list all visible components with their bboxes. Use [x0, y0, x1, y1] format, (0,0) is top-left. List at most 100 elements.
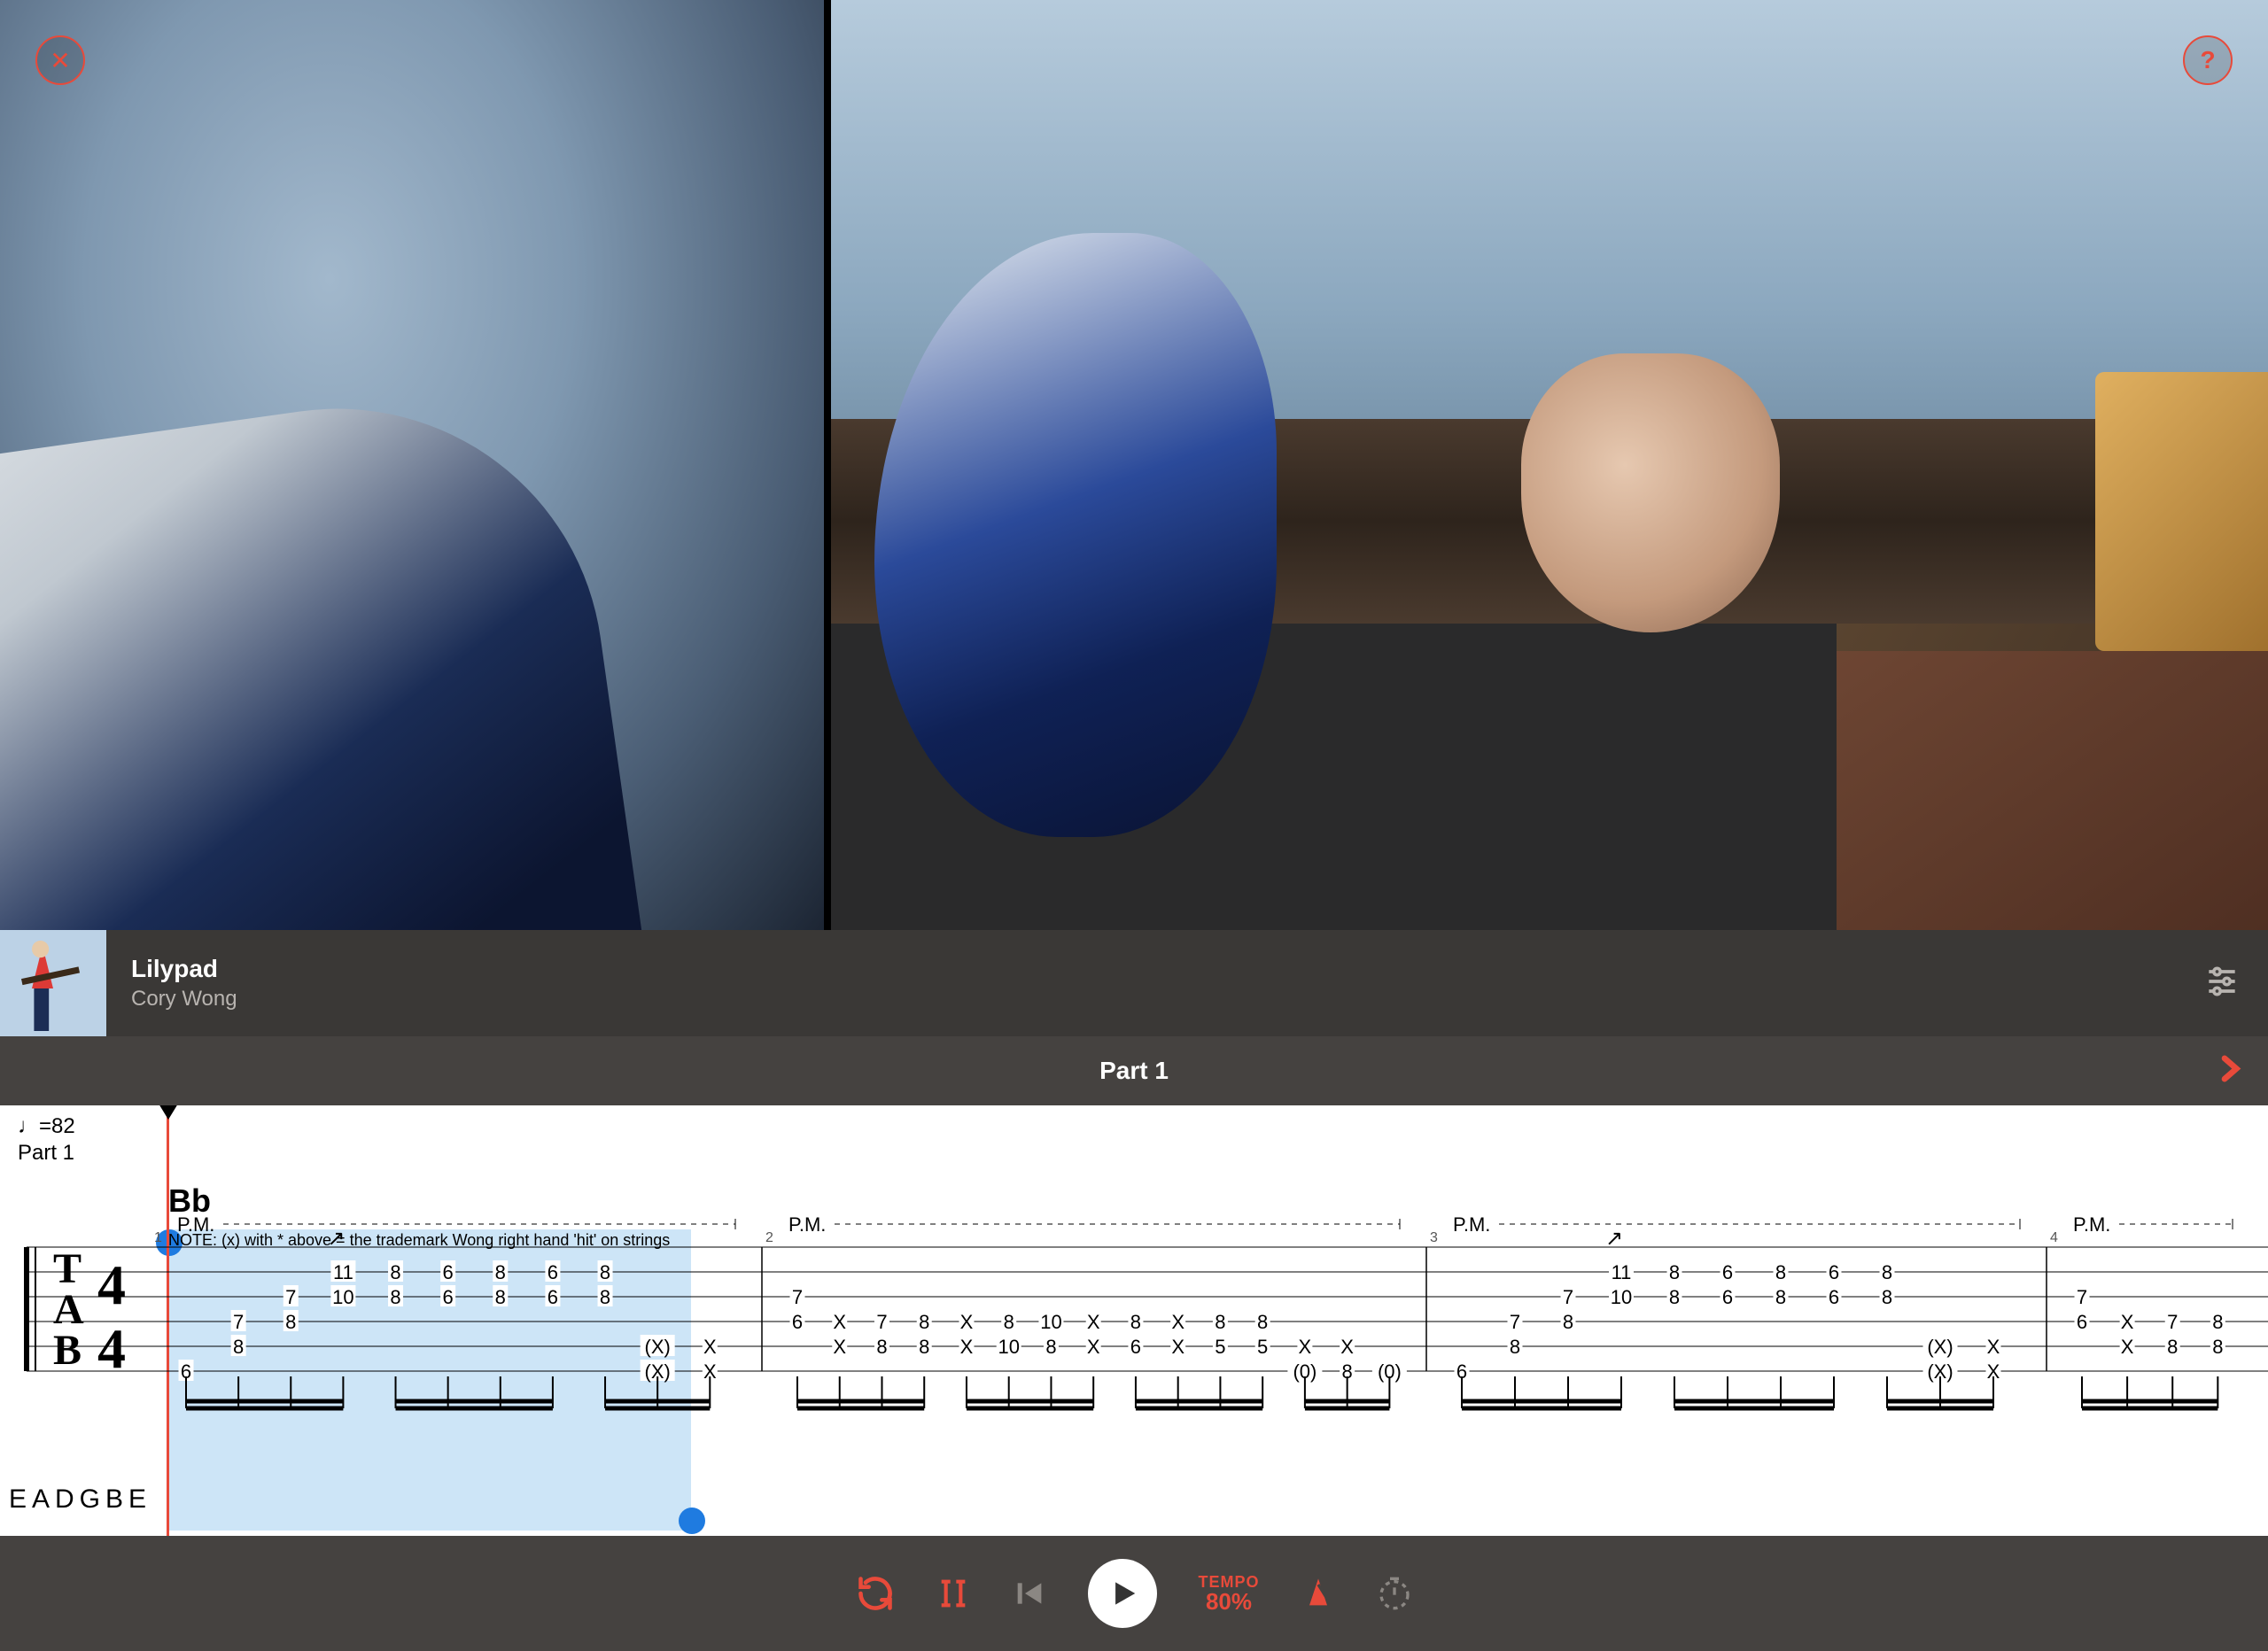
svg-text:7: 7	[2167, 1311, 2178, 1333]
svg-text:7: 7	[2077, 1286, 2087, 1308]
svg-text:6: 6	[443, 1261, 454, 1283]
svg-text:8: 8	[2167, 1336, 2178, 1358]
svg-text:10: 10	[332, 1286, 353, 1308]
svg-text:X: X	[960, 1336, 974, 1358]
svg-text:8: 8	[1004, 1311, 1014, 1333]
svg-text:8: 8	[876, 1336, 887, 1358]
svg-text:4: 4	[2050, 1230, 2058, 1245]
svg-text:8: 8	[600, 1261, 610, 1283]
svg-text:3: 3	[1430, 1230, 1438, 1245]
svg-text:8: 8	[1775, 1286, 1786, 1308]
svg-text:8: 8	[600, 1286, 610, 1308]
svg-text:8: 8	[1775, 1261, 1786, 1283]
svg-text:X: X	[1171, 1336, 1184, 1358]
metronome-button[interactable]	[1301, 1576, 1336, 1611]
album-art-icon	[0, 930, 106, 1036]
svg-text:8: 8	[1510, 1336, 1520, 1358]
settings-button[interactable]	[2202, 962, 2241, 1005]
svg-text:7: 7	[233, 1311, 244, 1333]
tablature-area[interactable]: ♩=82 Part 1 TAB44BbNOTE: (x) with * abov…	[0, 1105, 2268, 1536]
help-icon: ?	[2200, 46, 2215, 74]
svg-text:10: 10	[998, 1336, 1019, 1358]
app-root: ✕ ? Lilypad Cory Wong Pa	[0, 0, 2268, 1651]
rewind-button[interactable]	[1012, 1576, 1047, 1611]
svg-text:6: 6	[1722, 1286, 1733, 1308]
svg-text:X: X	[1087, 1336, 1100, 1358]
svg-text:7: 7	[792, 1286, 803, 1308]
svg-text:X: X	[1299, 1336, 1312, 1358]
svg-text:↗: ↗	[1605, 1227, 1623, 1251]
loop-icon	[856, 1574, 895, 1613]
album-art[interactable]	[0, 930, 106, 1036]
svg-text:8: 8	[1563, 1311, 1573, 1333]
svg-text:8: 8	[1669, 1261, 1680, 1283]
svg-text:8: 8	[1130, 1311, 1141, 1333]
svg-text:5: 5	[1257, 1336, 1268, 1358]
svg-text:8: 8	[495, 1261, 506, 1283]
svg-text:7: 7	[876, 1311, 887, 1333]
svg-text:4: 4	[97, 1253, 126, 1316]
loop-button[interactable]	[856, 1574, 895, 1613]
song-title: Lilypad	[131, 955, 237, 983]
help-button[interactable]: ?	[2183, 35, 2233, 85]
close-button[interactable]: ✕	[35, 35, 85, 85]
svg-text:X: X	[2121, 1311, 2134, 1333]
svg-text:8: 8	[495, 1286, 506, 1308]
svg-text:6: 6	[792, 1311, 803, 1333]
video-right-panel[interactable]	[831, 0, 2268, 930]
svg-text:1: 1	[154, 1230, 162, 1245]
video-left-panel[interactable]	[0, 0, 824, 930]
svg-text:7: 7	[1563, 1286, 1573, 1308]
svg-text:8: 8	[1669, 1286, 1680, 1308]
svg-text:X: X	[2121, 1336, 2134, 1358]
play-button[interactable]	[1088, 1559, 1157, 1628]
svg-text:B: B	[53, 1327, 82, 1374]
svg-text:5: 5	[1215, 1336, 1225, 1358]
svg-text:8: 8	[390, 1286, 400, 1308]
control-bar: TEMPO 80%	[0, 1536, 2268, 1651]
svg-text:X: X	[833, 1311, 846, 1333]
part-title: Part 1	[1099, 1057, 1169, 1085]
svg-text:X: X	[1087, 1311, 1100, 1333]
svg-text:8: 8	[233, 1336, 244, 1358]
svg-text:8: 8	[919, 1336, 929, 1358]
svg-text:X: X	[960, 1311, 974, 1333]
tuning-label: EADGBE	[9, 1484, 151, 1515]
svg-text:8: 8	[919, 1311, 929, 1333]
timer-icon	[1377, 1576, 1412, 1611]
svg-text:8: 8	[2212, 1311, 2223, 1333]
tempo-value: 80%	[1206, 1590, 1252, 1613]
svg-text:P.M.: P.M.	[2073, 1213, 2110, 1236]
skip-back-icon	[1012, 1576, 1047, 1611]
song-info-bar: Lilypad Cory Wong	[0, 930, 2268, 1036]
svg-text:6: 6	[548, 1261, 558, 1283]
sliders-icon	[2202, 962, 2241, 1001]
svg-text:7: 7	[285, 1286, 296, 1308]
svg-text:6: 6	[1829, 1261, 1839, 1283]
svg-text:8: 8	[1882, 1286, 1892, 1308]
tablature-svg: TAB44BbNOTE: (x) with * above = the trad…	[0, 1105, 2268, 1536]
svg-text:8: 8	[1257, 1311, 1268, 1333]
countdown-button[interactable]	[1377, 1576, 1412, 1611]
svg-text:(X): (X)	[645, 1336, 671, 1358]
svg-text:6: 6	[2077, 1311, 2087, 1333]
tempo-button[interactable]: TEMPO 80%	[1198, 1574, 1259, 1613]
part-bar: Part 1	[0, 1036, 2268, 1105]
svg-text:X: X	[833, 1336, 846, 1358]
play-icon	[1106, 1577, 1139, 1610]
song-artist: Cory Wong	[131, 987, 237, 1012]
svg-text:6: 6	[1130, 1336, 1141, 1358]
song-meta: Lilypad Cory Wong	[131, 955, 237, 1012]
svg-text:8: 8	[1045, 1336, 1056, 1358]
svg-text:4: 4	[97, 1317, 126, 1380]
svg-text:7: 7	[1510, 1311, 1520, 1333]
svg-text:P.M.: P.M.	[1453, 1213, 1490, 1236]
svg-text:NOTE: (x) with * above = the t: NOTE: (x) with * above = the trademark W…	[168, 1231, 670, 1249]
ab-loop-button[interactable]	[936, 1576, 971, 1611]
svg-text:P.M.: P.M.	[177, 1213, 214, 1236]
next-part-button[interactable]	[2211, 1051, 2247, 1091]
svg-text:6: 6	[1722, 1261, 1733, 1283]
metronome-icon	[1301, 1576, 1336, 1611]
svg-text:10: 10	[1611, 1286, 1632, 1308]
svg-text:11: 11	[1612, 1261, 1632, 1283]
